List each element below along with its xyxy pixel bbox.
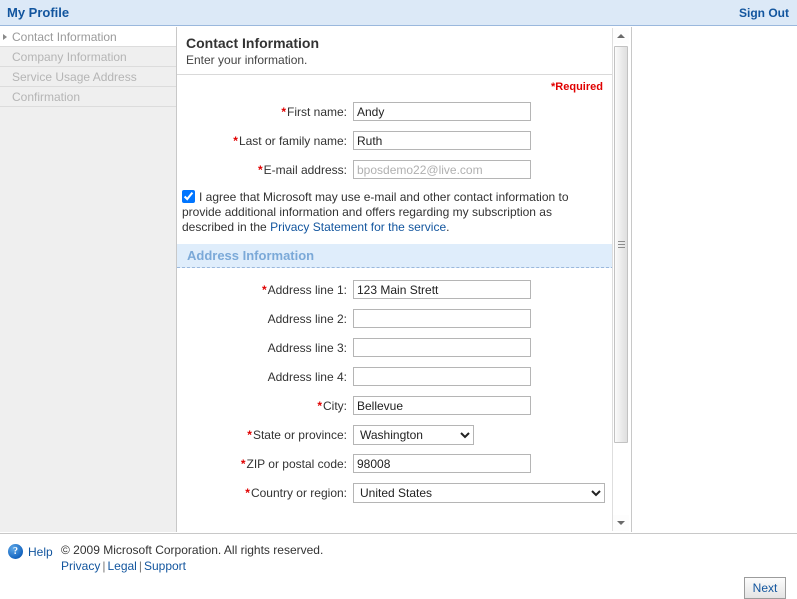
field-row-email: *E-mail address: (177, 155, 614, 184)
field-row-first-name: *First name: (177, 97, 614, 126)
sidebar-item-contact-information[interactable]: Contact Information (0, 27, 176, 47)
wizard-step-sidebar: Contact Information Company Information … (0, 27, 177, 532)
top-header-bar: My Profile Sign Out (0, 0, 797, 26)
chevron-down-icon (617, 521, 625, 525)
address-line-1-input[interactable] (353, 280, 531, 299)
field-row-state: *State or province: Washington (177, 420, 614, 449)
address-line-4-label: Address line 4: (267, 369, 347, 384)
address-line-3-label: Address line 3: (267, 340, 347, 355)
required-asterisk-icon: * (233, 133, 238, 148)
page-title: My Profile (7, 5, 70, 20)
field-row-country: *Country or region: United States (177, 478, 614, 507)
zip-label: *ZIP or postal code: (240, 456, 347, 471)
zip-input[interactable] (353, 454, 531, 473)
sidebar-item-service-usage-address[interactable]: Service Usage Address (0, 67, 176, 87)
legal-link[interactable]: Legal (107, 559, 136, 573)
form-subtitle: Enter your information. (186, 53, 308, 67)
address-line-3-input[interactable] (353, 338, 531, 357)
required-asterisk-icon: * (247, 427, 252, 442)
required-asterisk-icon: * (317, 398, 322, 413)
form-title: Contact Information (186, 35, 319, 51)
first-name-input[interactable] (353, 102, 531, 121)
form-header: Contact Information Enter your informati… (177, 27, 614, 75)
required-legend: *Required (551, 81, 603, 93)
address-line-2-input[interactable] (353, 309, 531, 328)
field-row-address-line-1: *Address line 1: (177, 275, 614, 304)
email-label: *E-mail address: (257, 162, 347, 177)
help-icon: ? (8, 544, 23, 559)
help-block[interactable]: ? Help (8, 544, 53, 559)
link-separator: | (102, 559, 106, 573)
privacy-statement-link[interactable]: Privacy Statement for the service (270, 220, 446, 234)
link-separator: | (138, 559, 142, 573)
sidebar-item-label: Service Usage Address (12, 70, 137, 84)
marketing-consent-block: I agree that Microsoft may use e-mail an… (177, 190, 614, 244)
page-footer: ? Help © 2009 Microsoft Corporation. All… (0, 533, 797, 599)
field-row-last-name: *Last or family name: (177, 126, 614, 155)
consent-text-after-link: . (446, 220, 450, 234)
sign-out-link[interactable]: Sign Out (739, 6, 789, 20)
city-input[interactable] (353, 396, 531, 415)
field-row-zip: *ZIP or postal code: (177, 449, 614, 478)
marketing-consent-checkbox[interactable] (182, 190, 195, 203)
required-asterisk-icon: * (240, 456, 246, 471)
address-line-1-label: *Address line 1: (261, 282, 347, 297)
scrollbar-thumb[interactable] (614, 46, 628, 443)
sidebar-item-label: Contact Information (12, 30, 117, 44)
country-label: *Country or region: (245, 485, 347, 500)
copyright-text: © 2009 Microsoft Corporation. All rights… (61, 543, 324, 557)
sidebar-item-confirmation[interactable]: Confirmation (0, 87, 176, 107)
state-select[interactable]: Washington (353, 424, 474, 445)
chevron-up-icon (617, 34, 625, 38)
country-select[interactable]: United States (353, 482, 605, 503)
scroll-down-button[interactable] (613, 515, 629, 531)
form-vertical-scrollbar[interactable] (612, 28, 629, 531)
field-row-address-line-2: Address line 2: (177, 304, 614, 333)
main-content-panel: Contact Information Enter your informati… (177, 27, 632, 532)
state-label: *State or province: (247, 427, 347, 442)
field-row-address-line-3: Address line 3: (177, 333, 614, 362)
sidebar-item-company-information[interactable]: Company Information (0, 47, 176, 67)
address-information-section-header: Address Information (177, 244, 614, 268)
footer-links: Privacy | Legal | Support (61, 559, 186, 573)
last-name-input[interactable] (353, 131, 531, 150)
first-name-label: *First name: (281, 104, 347, 119)
form-scroll-content: Contact Information Enter your informati… (177, 27, 614, 532)
privacy-link[interactable]: Privacy (61, 559, 100, 573)
scroll-up-button[interactable] (613, 28, 629, 44)
sidebar-item-label: Confirmation (12, 90, 81, 104)
scrollbar-grip-icon (618, 240, 625, 249)
required-asterisk-icon: * (261, 282, 267, 297)
email-input[interactable] (353, 160, 531, 179)
required-asterisk-icon: * (257, 162, 263, 177)
city-label: *City: (317, 398, 347, 413)
last-name-label: *Last or family name: (233, 133, 347, 148)
sidebar-item-label: Company Information (12, 50, 127, 64)
field-row-city: *City: (177, 391, 614, 420)
help-link[interactable]: Help (28, 545, 53, 559)
current-step-marker-icon (3, 34, 7, 40)
address-line-4-input[interactable] (353, 367, 531, 386)
required-asterisk-icon: * (245, 485, 250, 500)
required-asterisk-icon: * (281, 104, 286, 119)
field-row-address-line-4: Address line 4: (177, 362, 614, 391)
support-link[interactable]: Support (144, 559, 186, 573)
next-button[interactable]: Next (744, 577, 786, 599)
address-line-2-label: Address line 2: (267, 311, 347, 326)
